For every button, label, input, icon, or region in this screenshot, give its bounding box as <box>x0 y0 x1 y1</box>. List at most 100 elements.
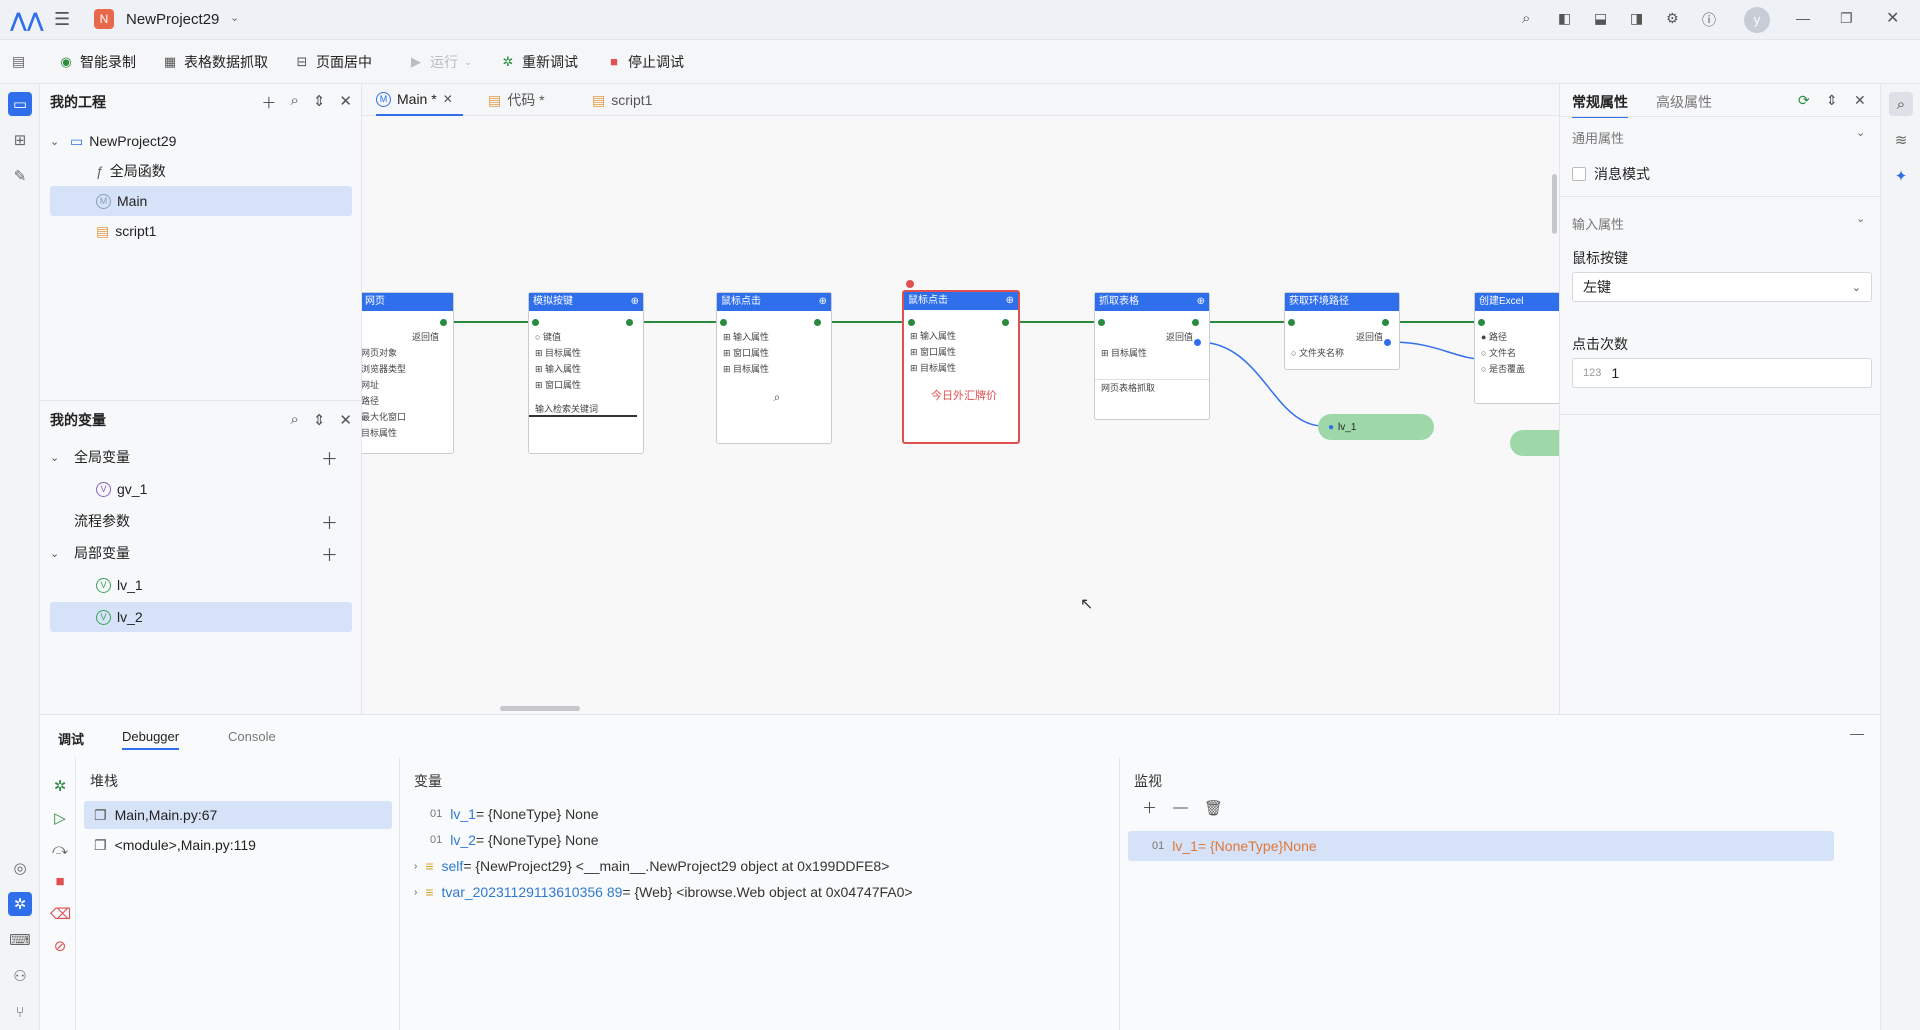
flow-node-simulate-key[interactable]: 模拟按键 ⊕ ○ 键值 ⊞ 目标属性 ⊞ 输入属性 ⊞ 窗口属性 输入检索关键词 <box>528 292 644 454</box>
python-icon[interactable]: ⚇ <box>8 964 32 988</box>
save-icon[interactable]: ▤ <box>12 53 25 70</box>
collapse-icon[interactable]: ⇕ <box>313 411 326 429</box>
git-icon[interactable]: ⑂ <box>8 1000 32 1024</box>
flow-node-create-excel[interactable]: 创建Excel ● 路径 ○ 文件名 ○ 是否覆盖 <box>1474 292 1559 404</box>
variable-node[interactable] <box>1510 430 1559 456</box>
add-icon[interactable]: ＋ <box>261 92 276 113</box>
bug-icon[interactable]: ✲ <box>50 777 70 797</box>
mouse-button-select[interactable]: 左键 ⌄ <box>1572 272 1872 302</box>
close-icon[interactable]: ✕ <box>1886 8 1899 28</box>
remove-icon[interactable]: — <box>1173 799 1188 816</box>
tab-advanced-properties[interactable]: 高级属性 <box>1656 92 1712 112</box>
flow-port[interactable] <box>1382 319 1389 326</box>
chevron-down-icon[interactable]: ⌄ <box>50 547 64 560</box>
chevron-right-icon[interactable]: › <box>414 861 417 872</box>
variable-row[interactable]: 01 lv_2 = {NoneType} None <box>430 827 599 853</box>
add-icon[interactable]: ＋ <box>1142 797 1157 818</box>
tree-item-global-functions[interactable]: ƒ 全局函数 <box>50 156 352 186</box>
stop-debug-button[interactable]: ■ 停止调试 <box>606 52 684 72</box>
add-global-var-icon[interactable]: ＋ <box>321 445 338 470</box>
smart-record-button[interactable]: ◉ 智能录制 <box>58 52 136 72</box>
ai-sparkle-icon[interactable]: ✦ <box>1889 164 1913 188</box>
components-icon[interactable]: ⊞ <box>8 128 32 152</box>
flow-port[interactable] <box>1192 319 1199 326</box>
collapse-icon[interactable]: ⇕ <box>313 92 326 113</box>
stack-frame[interactable]: ❐ <module>,Main.py:119 <box>84 831 392 859</box>
breakpoint-icon[interactable] <box>906 280 914 288</box>
watch-row[interactable]: 01 lv_1 = {NoneType}None <box>1128 831 1834 861</box>
continue-icon[interactable]: ▷ <box>50 809 70 829</box>
pin-icon[interactable]: ⊕ <box>819 293 827 311</box>
variable-row[interactable]: 01 lv_1 = {NoneType} None <box>430 801 599 827</box>
chevron-down-icon[interactable]: ⌄ <box>1856 212 1865 225</box>
tree-item-main[interactable]: M Main <box>50 186 352 216</box>
variable-row[interactable]: › ≡ tvar_20231129113610356 89 = {Web} <i… <box>414 879 913 905</box>
search-icon[interactable]: ⌕ <box>1522 10 1530 27</box>
horizontal-scrollbar[interactable] <box>500 706 580 711</box>
close-icon[interactable]: ✕ <box>339 92 352 113</box>
tree-item-global-vars[interactable]: ⌄ 全局变量 ＋ <box>50 442 352 472</box>
tree-item-gv-1[interactable]: V gv_1 <box>50 474 352 504</box>
refresh-icon[interactable]: ⟳ <box>1798 92 1810 109</box>
flow-port[interactable] <box>440 319 447 326</box>
tree-item-lv-2[interactable]: V lv_2 <box>50 602 352 632</box>
add-flow-param-icon[interactable]: ＋ <box>321 509 338 534</box>
run-button[interactable]: ▶ 运行 ⌄ <box>408 52 472 72</box>
minimize-icon[interactable]: — <box>1796 10 1810 26</box>
checkbox[interactable] <box>1572 167 1586 181</box>
delete-icon[interactable]: 🗑 <box>1204 799 1223 817</box>
click-count-input[interactable]: 123 1 <box>1572 358 1872 388</box>
tree-item-lv-1[interactable]: V lv_1 <box>50 570 352 600</box>
message-mode-checkbox[interactable]: 消息模式 <box>1572 164 1650 184</box>
chevron-down-icon[interactable]: ⌄ <box>1856 126 1865 139</box>
layers-icon[interactable]: ≋ <box>1889 128 1913 152</box>
flow-port[interactable] <box>532 319 539 326</box>
properties-icon[interactable]: ⌕ <box>1889 92 1913 116</box>
chevron-down-icon[interactable]: ⌄ <box>50 135 64 148</box>
stop-icon[interactable]: ■ <box>50 873 70 893</box>
flow-port[interactable] <box>720 319 727 326</box>
flow-port[interactable] <box>626 319 633 326</box>
search-icon[interactable]: ⌕ <box>290 411 298 429</box>
disable-breakpoints-icon[interactable]: ⊘ <box>50 937 70 957</box>
project-name[interactable]: NewProject29 <box>126 11 219 28</box>
close-icon[interactable]: ✕ <box>1854 92 1866 109</box>
flow-node-webpage[interactable]: 网页 返回值 网页对象 浏览器类型 网址 路径 最大化窗口 目标属性 <box>362 292 454 454</box>
edit-icon[interactable]: ✎ <box>8 164 32 188</box>
flow-port[interactable] <box>1002 319 1009 326</box>
flow-node-get-env-path[interactable]: 获取环境路径 返回值 ○ 文件夹名称 <box>1284 292 1400 370</box>
output-port[interactable] <box>1384 339 1391 346</box>
flow-port[interactable] <box>814 319 821 326</box>
pin-icon[interactable]: ⊕ <box>1197 293 1205 311</box>
variable-node-lv-1[interactable]: ● lv_1 <box>1318 414 1434 440</box>
restore-icon[interactable]: ❐ <box>1840 10 1853 27</box>
layout-left-icon[interactable]: ◧ <box>1558 10 1571 27</box>
page-center-button[interactable]: ⊟ 页面居中 <box>294 52 372 72</box>
chevron-down-icon[interactable]: ⌄ <box>50 451 64 464</box>
tab-debugger[interactable]: Debugger <box>122 729 180 750</box>
layout-bottom-icon[interactable]: ⬓ <box>1594 10 1607 27</box>
search-icon[interactable]: ⌕ <box>290 92 298 113</box>
flow-node-mouse-click-1[interactable]: 鼠标点击 ⊕ ⊞ 输入属性 ⊞ 窗口属性 ⊞ 目标属性 ⌕ <box>716 292 832 444</box>
flow-port[interactable] <box>1478 319 1485 326</box>
settings-icon[interactable]: ⚙ <box>1666 10 1679 27</box>
tab-general-properties[interactable]: 常规属性 <box>1572 92 1628 118</box>
pin-icon[interactable]: ⊕ <box>1006 292 1014 310</box>
rerun-debug-button[interactable]: ✲ 重新调试 <box>500 52 578 72</box>
variable-row[interactable]: › ≡ self = {NewProject29} <__main__.NewP… <box>414 853 889 879</box>
input-port[interactable]: ● <box>1328 422 1334 433</box>
tree-item-flow-params[interactable]: 流程参数 ＋ <box>50 506 352 536</box>
collapse-icon[interactable]: ⇕ <box>1826 92 1838 109</box>
flow-node-mouse-click-2[interactable]: 鼠标点击 ⊕ ⊞ 输入属性 ⊞ 窗口属性 ⊞ 目标属性 今日外汇牌价 <box>902 290 1020 444</box>
record-icon[interactable]: ◎ <box>8 856 32 880</box>
tree-item-local-vars[interactable]: ⌄ 局部变量 ＋ <box>50 538 352 568</box>
terminal-icon[interactable]: ⌨ <box>8 928 32 952</box>
explorer-icon[interactable]: ▭ <box>8 92 32 116</box>
stack-frame[interactable]: ❐ Main,Main.py:67 <box>84 801 392 829</box>
pin-icon[interactable]: ⊕ <box>631 293 639 311</box>
flow-canvas[interactable]: M Main * ✕ ▤ 代码 * ▤ script1 网页 返回值 网页对象 … <box>362 84 1560 714</box>
layout-right-icon[interactable]: ◨ <box>1630 10 1643 27</box>
tree-item-script1[interactable]: ▤ script1 <box>50 216 352 246</box>
vertical-scrollbar[interactable] <box>1552 174 1557 234</box>
help-icon[interactable]: ⓘ <box>1702 10 1716 30</box>
